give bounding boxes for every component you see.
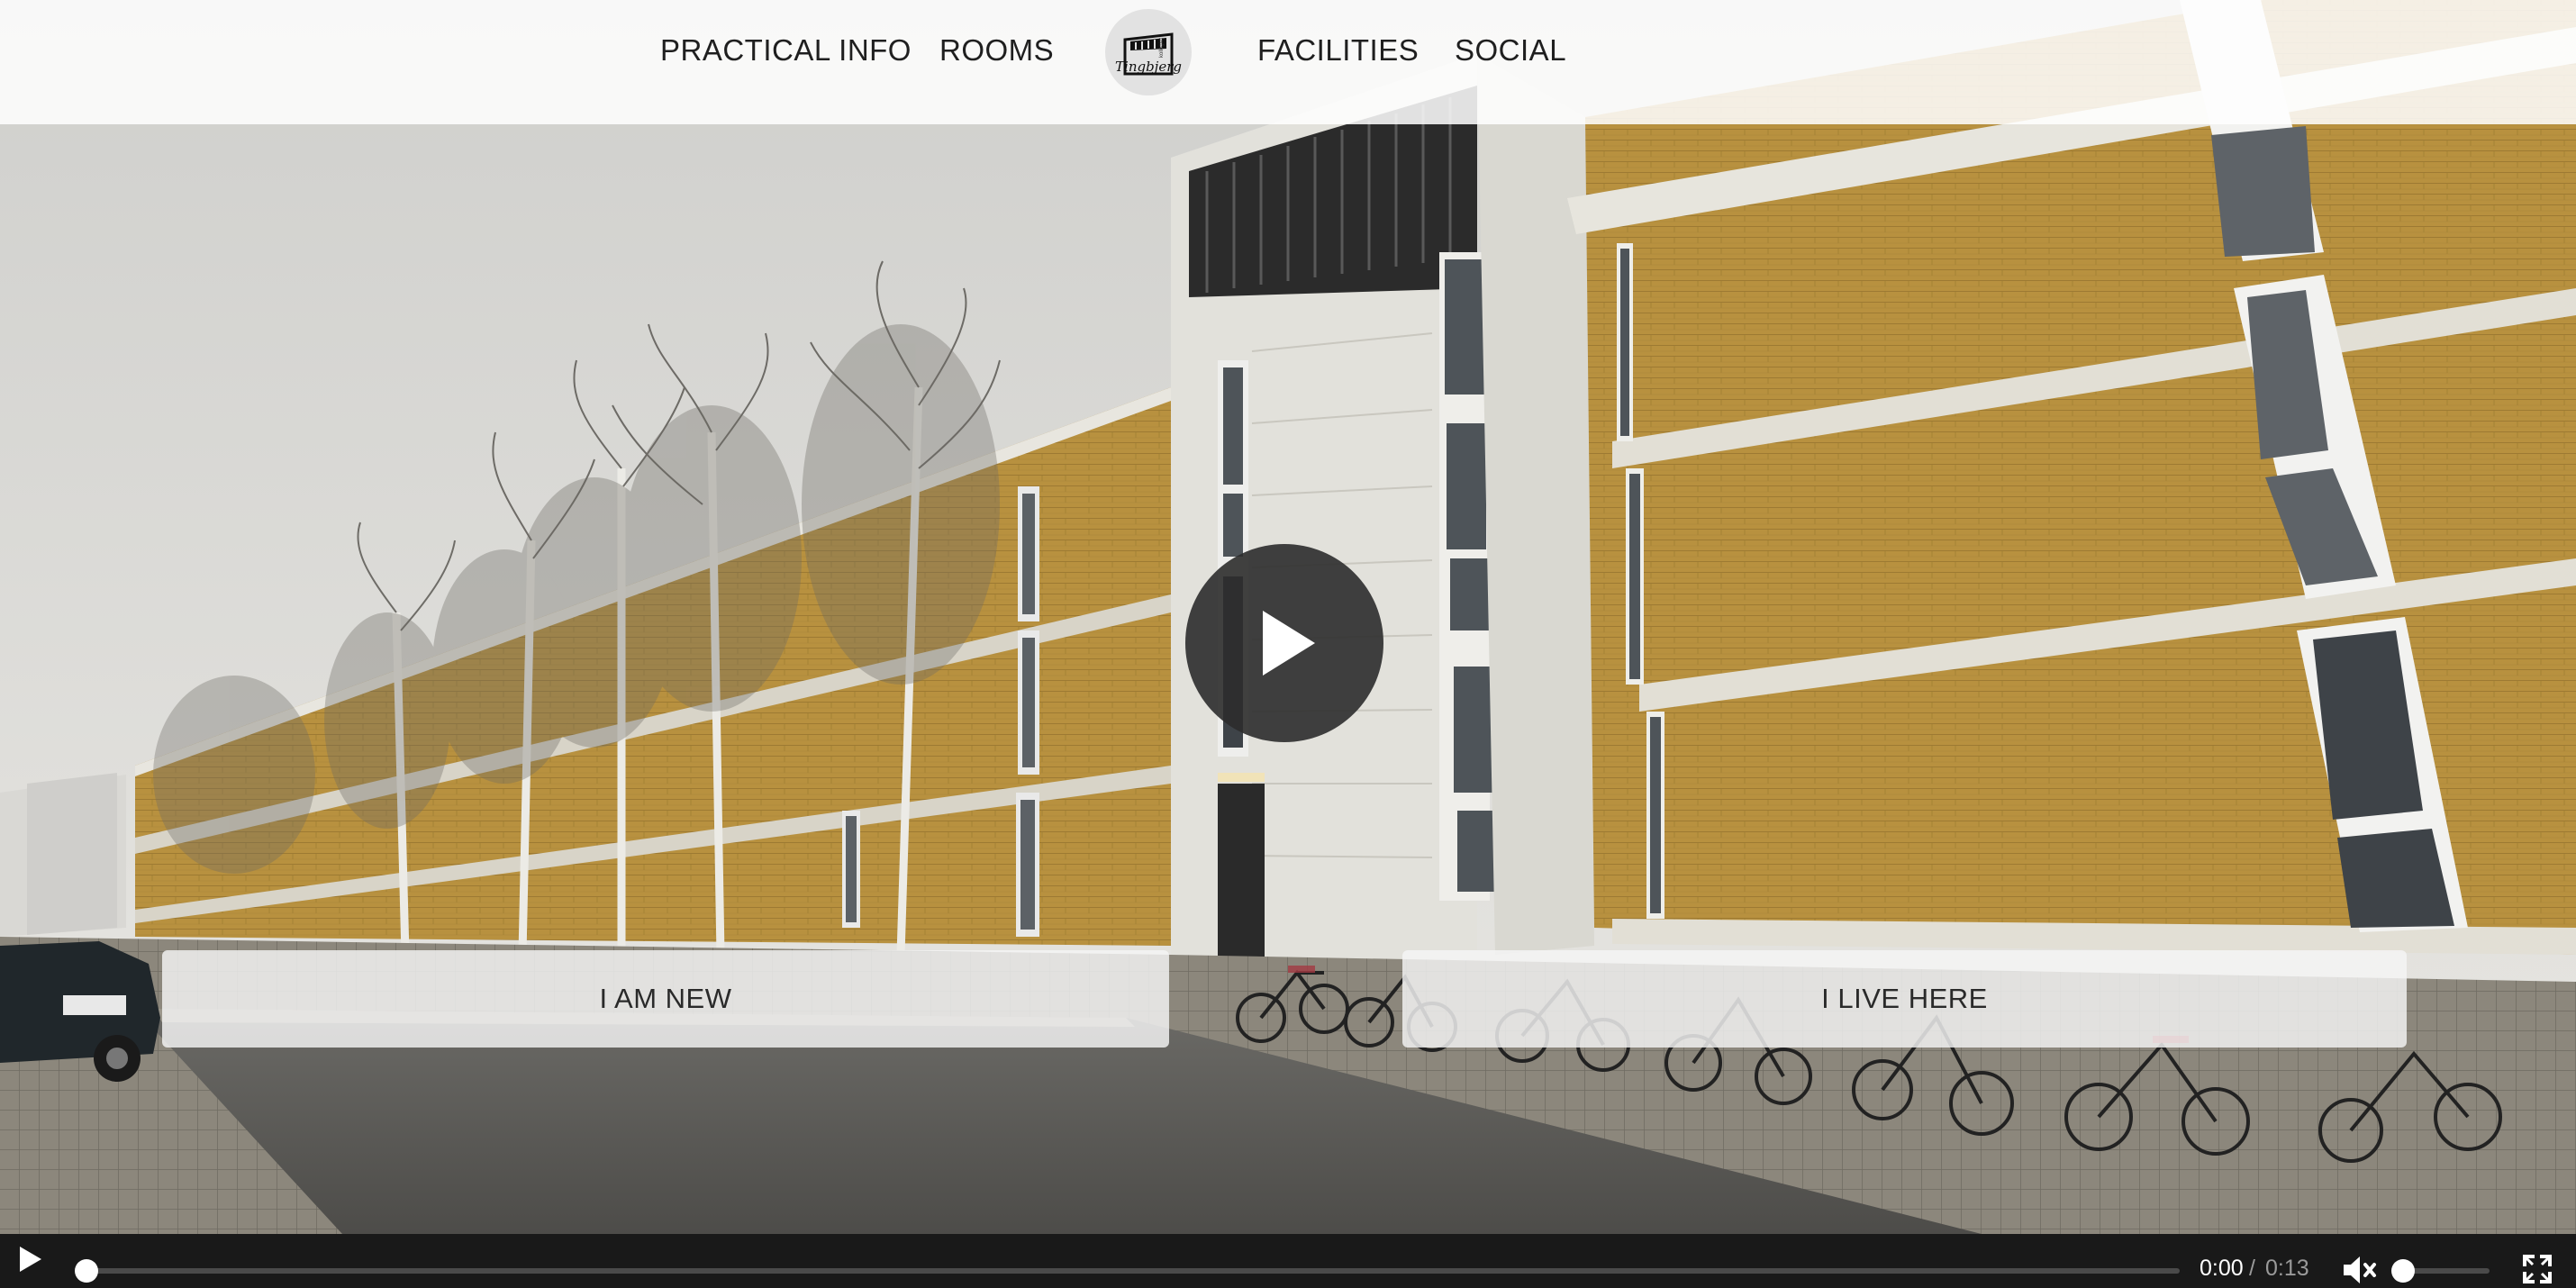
top-navigation-bar: PRACTICAL INFO ROOMS Tingbjerg kollegiet… xyxy=(0,0,2576,124)
progress-scrubber-handle[interactable] xyxy=(75,1259,98,1283)
volume-slider-handle[interactable] xyxy=(2391,1259,2415,1283)
logo-subtext: kollegiet xyxy=(1159,37,1166,59)
play-icon xyxy=(1263,611,1315,676)
muted-speaker-icon[interactable] xyxy=(2342,1254,2378,1286)
current-time: 0:00 xyxy=(2200,1256,2244,1281)
nav-item-rooms[interactable]: ROOMS xyxy=(939,31,1054,70)
video-controls-bar: 0:00 / 0:13 xyxy=(0,1234,2576,1288)
nav-item-facilities[interactable]: FACILITIES xyxy=(1257,31,1419,70)
building-logo-icon xyxy=(1123,32,1174,76)
progress-bar[interactable] xyxy=(86,1268,2180,1274)
home-logo-button[interactable]: Tingbjerg kollegiet xyxy=(1105,9,1192,95)
video-duration: 0:13 xyxy=(2265,1256,2309,1281)
logo-wordmark: Tingbjerg xyxy=(1115,59,1182,75)
fullscreen-icon[interactable] xyxy=(2522,1254,2553,1284)
nav-item-social[interactable]: SOCIAL xyxy=(1455,31,1566,70)
i-live-here-button[interactable]: I LIVE HERE xyxy=(1402,950,2407,1048)
play-icon[interactable] xyxy=(20,1247,41,1272)
i-am-new-button[interactable]: I AM NEW xyxy=(162,950,1169,1048)
time-separator: / xyxy=(2249,1256,2255,1281)
nav-item-practical-info[interactable]: PRACTICAL INFO xyxy=(660,31,912,70)
volume-slider[interactable] xyxy=(2403,1268,2490,1274)
video-play-button[interactable] xyxy=(1185,544,1383,742)
